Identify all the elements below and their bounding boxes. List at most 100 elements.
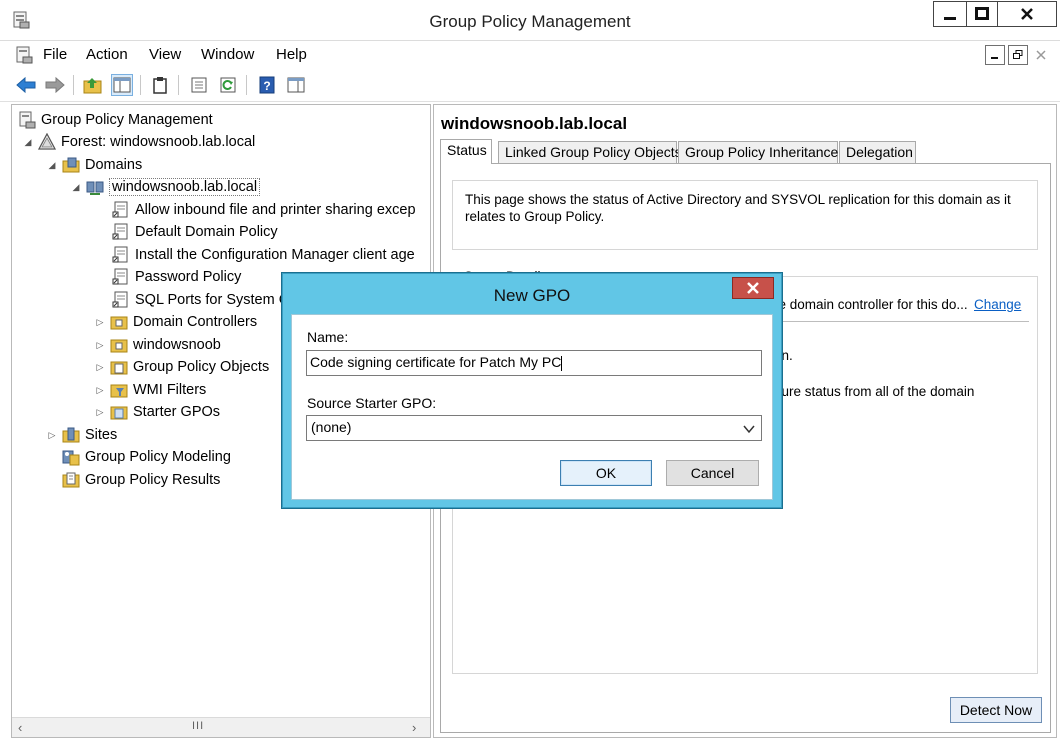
tree-node-gpo-link[interactable]: Allow inbound file and printer sharing e…	[112, 199, 416, 221]
gpo-link-icon	[112, 201, 128, 218]
detect-now-button[interactable]: Detect Now	[950, 697, 1042, 723]
tree-label: Default Domain Policy	[135, 224, 278, 240]
tree-node-gpo-link[interactable]: SQL Ports for System C	[112, 289, 289, 311]
tab-status[interactable]: Status	[440, 139, 492, 164]
forward-arrow-icon	[45, 76, 65, 94]
expanded-triangle-icon[interactable]: ◢	[70, 182, 82, 193]
tree-node-wmi-filters[interactable]: ▷ WMI Filters	[94, 379, 207, 401]
gpo-link-icon	[112, 268, 128, 285]
console-tree-icon	[113, 77, 131, 93]
tree-label: Password Policy	[135, 269, 242, 285]
forward-button[interactable]	[44, 74, 66, 96]
tab-linked-gpos[interactable]: Linked Group Policy Objects	[498, 141, 682, 163]
tree-node-domain[interactable]: ◢ windowsnoob.lab.local	[70, 176, 261, 198]
toolbar-separator	[246, 75, 247, 95]
tree-node-domains[interactable]: ◢ Domains	[46, 154, 143, 176]
back-button[interactable]	[15, 74, 37, 96]
starter-gpo-folder-icon	[110, 406, 128, 420]
mdi-close-button[interactable]	[1031, 45, 1051, 65]
clipboard-button[interactable]	[149, 74, 171, 96]
expanded-triangle-icon[interactable]: ◢	[22, 137, 34, 148]
dialog-close-button[interactable]	[732, 277, 774, 299]
tree-node-ou[interactable]: ▷ windowsnoob	[94, 334, 221, 356]
menu-help[interactable]: Help	[276, 46, 307, 63]
toolbar-separator	[178, 75, 179, 95]
tree-label: Group Policy Results	[85, 472, 221, 488]
tree-label: Starter GPOs	[133, 404, 221, 420]
tree-label: Allow inbound file and printer sharing e…	[135, 202, 416, 218]
tree-node-gp-results[interactable]: Group Policy Results	[62, 469, 220, 491]
menu-window[interactable]: Window	[201, 46, 254, 63]
scroll-right-icon[interactable]: ›	[412, 720, 416, 735]
tree-node-starter-gpos[interactable]: ▷ Starter GPOs	[94, 401, 221, 423]
gpo-link-icon	[112, 246, 128, 263]
minimize-icon	[944, 17, 956, 20]
minimize-button[interactable]	[933, 1, 967, 27]
info-line-1: This page shows the status of Active Dir…	[465, 192, 1011, 207]
clipboard-icon	[153, 77, 167, 94]
domains-folder-icon	[62, 157, 80, 173]
help-button[interactable]: ?	[256, 74, 278, 96]
domain-heading: windowsnoob.lab.local	[441, 114, 628, 133]
gp-modeling-icon	[62, 450, 80, 466]
tree-node-gpo-link[interactable]: Password Policy	[112, 266, 241, 288]
expanded-triangle-icon[interactable]: ◢	[46, 160, 58, 171]
tree-node-gpm-root[interactable]: Group Policy Management	[18, 109, 213, 131]
close-icon	[747, 282, 759, 294]
tree-node-gp-modeling[interactable]: Group Policy Modeling	[62, 446, 231, 468]
maximize-button[interactable]	[966, 1, 998, 27]
wmi-filter-folder-icon	[110, 384, 128, 398]
properties-button[interactable]	[188, 74, 210, 96]
menu-view[interactable]: View	[149, 46, 181, 63]
tree-node-forest[interactable]: ◢ Forest: windowsnoob.lab.local	[22, 131, 255, 153]
show-hide-console-tree-button[interactable]	[111, 74, 133, 96]
menu-file[interactable]: File	[43, 46, 67, 63]
tree-node-gpo-link[interactable]: Default Domain Policy	[112, 221, 278, 243]
show-action-pane-button[interactable]	[285, 74, 307, 96]
ou-folder-icon	[110, 316, 128, 330]
gpm-console-icon	[19, 111, 36, 129]
tree-node-sites[interactable]: ▷ Sites	[46, 424, 118, 446]
gpo-name-input[interactable]: Code signing certificate for Patch My PC	[306, 350, 762, 376]
forest-icon	[38, 133, 56, 150]
source-starter-gpo-select[interactable]: (none)	[306, 415, 762, 441]
ok-button[interactable]: OK	[560, 460, 652, 486]
collapsed-triangle-icon[interactable]: ▷	[94, 407, 106, 418]
tree-node-group-policy-objects[interactable]: ▷ Group Policy Objects	[94, 356, 270, 378]
maximize-icon	[975, 7, 989, 20]
tree-label: windowsnoob.lab.local	[109, 178, 261, 196]
menu-action[interactable]: Action	[86, 46, 128, 63]
dialog-body: Name: Code signing certificate for Patch…	[291, 314, 773, 500]
collapsed-triangle-icon[interactable]: ▷	[94, 317, 106, 328]
collapsed-triangle-icon[interactable]: ▷	[46, 430, 58, 441]
mdi-restore-button[interactable]	[1008, 45, 1028, 65]
mdi-minimize-button[interactable]	[985, 45, 1005, 65]
gpo-link-icon	[112, 291, 128, 308]
new-gpo-dialog: New GPO Name: Code signing certificate f…	[282, 273, 782, 508]
tree-node-gpo-link[interactable]: Install the Configuration Manager client…	[112, 244, 415, 266]
horizontal-scrollbar[interactable]: ‹ III ›	[12, 717, 430, 737]
help-icon: ?	[259, 76, 275, 94]
status-description: This page shows the status of Active Dir…	[452, 180, 1038, 250]
refresh-button[interactable]	[217, 74, 239, 96]
change-link[interactable]: Change	[974, 297, 1021, 312]
tree-label: windowsnoob	[133, 337, 221, 353]
cancel-button[interactable]: Cancel	[666, 460, 759, 486]
tree-node-domain-controllers[interactable]: ▷ Domain Controllers	[94, 311, 258, 333]
up-one-level-button[interactable]	[82, 74, 104, 96]
window-title: Group Policy Management	[429, 12, 631, 31]
close-button[interactable]	[997, 1, 1057, 27]
tab-gp-inheritance[interactable]: Group Policy Inheritance	[678, 141, 838, 163]
select-value: (none)	[311, 419, 352, 435]
scroll-grip[interactable]: III	[192, 720, 204, 732]
collapsed-triangle-icon[interactable]: ▷	[94, 340, 106, 351]
gpo-link-icon	[112, 223, 128, 240]
svg-text:?: ?	[263, 79, 270, 93]
scroll-left-icon[interactable]: ‹	[18, 720, 22, 735]
collapsed-triangle-icon[interactable]: ▷	[94, 362, 106, 373]
domain-icon	[86, 181, 104, 195]
collapsed-triangle-icon[interactable]: ▷	[94, 385, 106, 396]
toolbar-separator	[140, 75, 141, 95]
tab-delegation[interactable]: Delegation	[839, 141, 916, 163]
sites-icon	[62, 427, 80, 443]
